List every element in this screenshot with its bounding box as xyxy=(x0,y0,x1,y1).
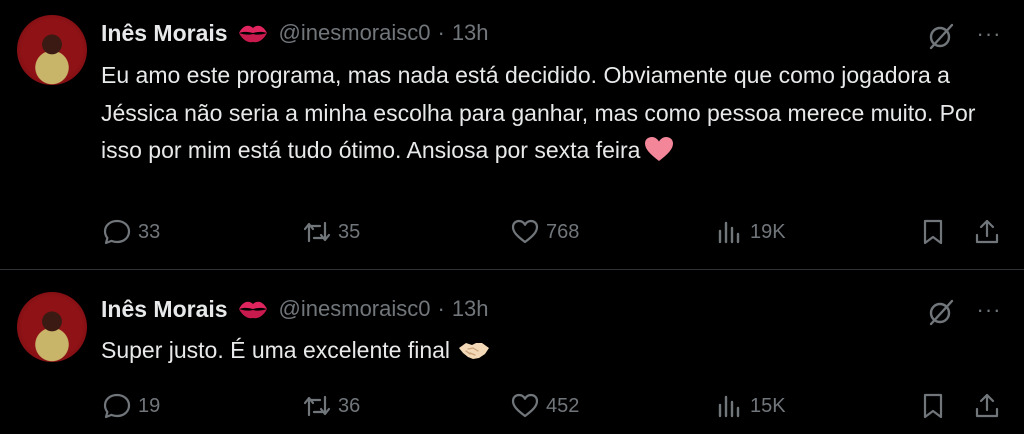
reply-icon xyxy=(103,393,131,419)
share-icon xyxy=(975,393,999,418)
share-button[interactable] xyxy=(972,388,1002,424)
like-button[interactable]: 452 xyxy=(510,388,579,424)
reply-button[interactable]: 33 xyxy=(102,214,160,250)
author-name[interactable]: Inês Morais xyxy=(101,296,228,323)
author-handle[interactable]: @inesmoraisc0 xyxy=(279,20,431,46)
views-button[interactable]: 15K xyxy=(714,388,786,424)
avatar[interactable] xyxy=(17,15,87,85)
repost-icon xyxy=(303,221,331,243)
grok-icon[interactable] xyxy=(926,297,956,327)
reply-count: 33 xyxy=(138,220,161,243)
more-options-icon[interactable]: ··· xyxy=(974,21,1004,51)
tweet-text: Eu amo este programa, mas nada está deci… xyxy=(101,57,1001,170)
repost-count: 35 xyxy=(338,220,361,243)
author-name[interactable]: Inês Morais xyxy=(101,20,228,47)
reply-count: 19 xyxy=(138,394,161,417)
views-icon xyxy=(718,395,740,418)
reply-button[interactable]: 19 xyxy=(102,388,160,424)
reply-icon xyxy=(103,219,131,245)
share-icon xyxy=(975,219,999,244)
tweet-text-body: Eu amo este programa, mas nada está deci… xyxy=(101,62,976,163)
repost-icon xyxy=(303,395,331,417)
handshake-emoji-icon xyxy=(459,343,490,359)
tweet-text-body: Super justo. É uma excelente final xyxy=(101,337,451,363)
heart-icon xyxy=(511,393,539,418)
avatar[interactable] xyxy=(17,292,87,362)
bookmark-button[interactable] xyxy=(918,214,948,250)
repost-count: 36 xyxy=(338,394,361,417)
more-options-icon[interactable]: ··· xyxy=(974,297,1004,327)
timestamp[interactable]: 13h xyxy=(452,20,489,46)
kiss-mark-icon xyxy=(238,25,267,43)
repost-button[interactable]: 35 xyxy=(302,214,360,250)
tweet[interactable]: Inês Morais @inesmoraisc0 · 13h ··· Eu a… xyxy=(0,0,1024,270)
like-count: 452 xyxy=(546,394,580,417)
views-icon xyxy=(718,221,740,244)
like-button[interactable]: 768 xyxy=(510,214,579,250)
like-count: 768 xyxy=(546,220,580,243)
share-button[interactable] xyxy=(972,214,1002,250)
tweet-text: Super justo. É uma excelente final xyxy=(101,332,1001,370)
views-button[interactable]: 19K xyxy=(714,214,786,250)
author-handle[interactable]: @inesmoraisc0 xyxy=(279,296,431,322)
pink-heart-emoji-icon xyxy=(645,137,674,161)
tweet-header: Inês Morais @inesmoraisc0 · 13h xyxy=(101,294,489,324)
heart-icon xyxy=(511,219,539,244)
kiss-mark-icon xyxy=(238,301,267,319)
tweet[interactable]: Inês Morais @inesmoraisc0 · 13h ··· Supe… xyxy=(0,270,1024,434)
timestamp[interactable]: 13h xyxy=(452,296,489,322)
grok-icon[interactable] xyxy=(926,21,956,51)
views-count: 15K xyxy=(750,394,786,417)
separator-dot: · xyxy=(437,296,445,321)
bookmark-button[interactable] xyxy=(918,388,948,424)
separator-dot: · xyxy=(437,20,445,45)
views-count: 19K xyxy=(750,220,786,243)
tweet-actions: 33 35 768 19K xyxy=(100,214,1010,250)
tweet-header: Inês Morais @inesmoraisc0 · 13h xyxy=(101,18,489,48)
repost-button[interactable]: 36 xyxy=(302,388,360,424)
tweet-actions: 19 36 452 15K xyxy=(100,388,1010,424)
bookmark-icon xyxy=(923,393,943,419)
bookmark-icon xyxy=(923,219,943,245)
